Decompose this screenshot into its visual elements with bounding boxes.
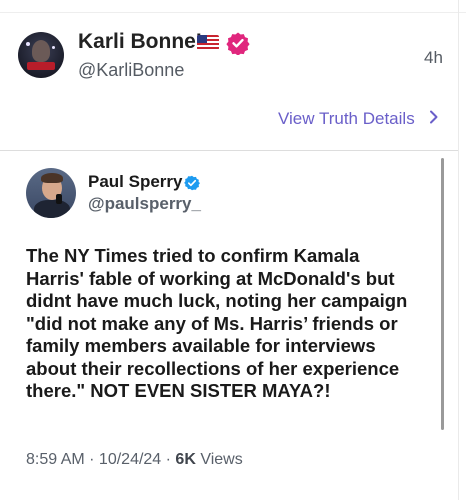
- text-line: about their recollections of her experie…: [26, 357, 400, 379]
- author-name[interactable]: Karli Bonne’: [78, 30, 202, 54]
- avatar-figure: [32, 40, 50, 62]
- view-details-label: View Truth Details: [278, 109, 415, 128]
- author-handle[interactable]: @KarliBonne: [78, 60, 184, 81]
- text-line: family members available for interviews: [26, 335, 376, 356]
- avatar-logo: [27, 62, 55, 70]
- quoted-author-handle[interactable]: @paulsperry_: [88, 194, 201, 214]
- views-label: Views: [195, 451, 243, 468]
- text-line: "did not make any of Ms. Harris’ friends…: [26, 312, 398, 334]
- quoted-post-text: The NY Times tried to confirm Kamala Har…: [26, 245, 436, 403]
- meta-separator: ·: [84, 451, 99, 468]
- verified-badge-icon: [226, 32, 250, 55]
- avatar-mic: [56, 194, 62, 204]
- text-line: The NY Times tried to confirm Kamala: [26, 245, 360, 266]
- quote-card-divider: [0, 150, 458, 151]
- verified-check-icon: [184, 175, 200, 191]
- quoted-avatar[interactable]: [26, 168, 76, 218]
- avatar-star-2: [52, 46, 55, 49]
- top-divider: [0, 12, 466, 13]
- chevron-right-icon: [429, 109, 439, 129]
- avatar-hair: [41, 173, 63, 183]
- author-avatar[interactable]: [18, 32, 64, 78]
- quoted-author-name[interactable]: Paul Sperry: [88, 172, 183, 192]
- us-flag-icon: [197, 35, 219, 50]
- text-line: Harris' fable of working at McDonald's b…: [26, 267, 395, 289]
- quoted-meta: 8:59 AM · 10/24/24 · 6K Views: [26, 451, 243, 469]
- text-line: didnt have much luck, noting her campaig…: [26, 290, 408, 311]
- right-divider: [458, 0, 459, 500]
- quote-scrollbar[interactable]: [441, 158, 444, 430]
- views-count: 6K: [175, 451, 196, 468]
- meta-separator: ·: [161, 451, 176, 468]
- avatar-star: [26, 42, 30, 46]
- quoted-time[interactable]: 8:59 AM: [26, 451, 85, 468]
- avatar-body: [34, 200, 70, 218]
- view-truth-details-link[interactable]: View Truth Details: [278, 109, 439, 129]
- quoted-date[interactable]: 10/24/24: [99, 451, 161, 468]
- text-line: there." NOT EVEN SISTER MAYA?!: [26, 380, 331, 401]
- post-time[interactable]: 4h: [424, 48, 443, 68]
